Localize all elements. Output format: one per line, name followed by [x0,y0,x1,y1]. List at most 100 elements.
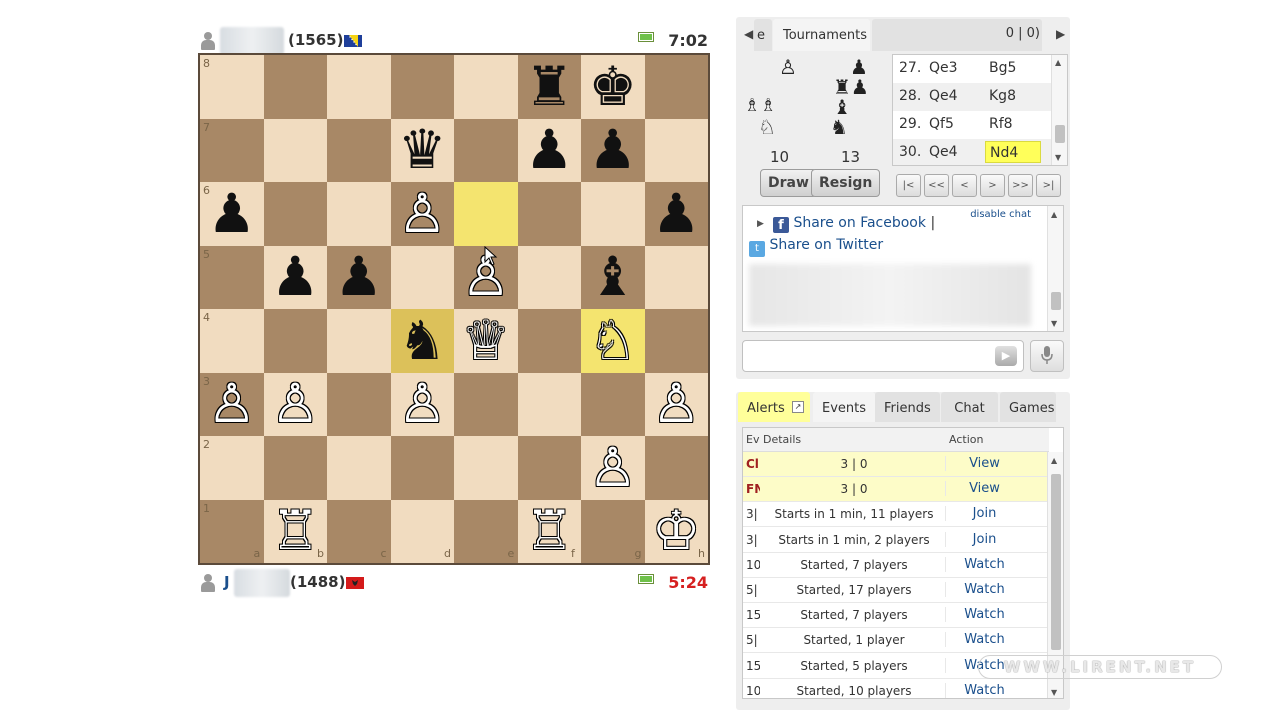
scroll-thumb[interactable] [1051,292,1061,310]
tab-games[interactable]: Games [1000,392,1056,422]
square-b8[interactable] [263,55,327,119]
table-row[interactable]: 5| Started, 1 player Watch [743,628,1049,654]
back-many-button[interactable]: << [924,174,949,197]
table-row[interactable]: 15 Started, 7 players Watch [743,603,1049,629]
square-e2[interactable] [454,436,518,500]
square-c7[interactable] [327,118,391,182]
black-pawn-icon[interactable]: ♟ [200,182,264,246]
table-row[interactable]: 3| Starts in 1 min, 2 players Join [743,528,1049,553]
move-row[interactable]: 28. Qe4 Kg8 [893,83,1053,111]
popout-icon[interactable]: ↗ [792,401,804,413]
white-pawn-icon[interactable]: ♙ [645,373,709,437]
square-g3[interactable] [581,372,645,436]
square-h7[interactable] [644,118,708,182]
scroll-down-icon[interactable]: ▼ [1051,319,1057,328]
black-king-icon[interactable]: ♚ [581,55,645,119]
square-d8[interactable] [390,55,454,119]
square-b6[interactable] [263,182,327,246]
microphone-button[interactable] [1030,340,1064,372]
scroll-up-icon[interactable]: ▲ [1051,210,1057,219]
white-pawn-icon[interactable]: ♙ [264,373,328,437]
square-h4[interactable] [644,309,708,373]
disable-chat-link[interactable]: disable chat [970,209,1031,220]
tab-left-arrow-icon[interactable]: ◀ [744,27,753,41]
white-rook-icon[interactable]: ♖ [264,500,328,564]
tab-chat[interactable]: Chat [941,392,998,422]
square-d5[interactable] [390,245,454,309]
event-action-link[interactable]: Watch [945,582,1023,597]
table-row[interactable]: 5| Started, 17 players Watch [743,578,1049,603]
square-d2[interactable] [390,436,454,500]
square-f4[interactable] [517,309,581,373]
chess-board[interactable]: 8 7 6 5 4 3 2 1 a b c d e f g h ♜ ♚ ♛ ♟ ♟ ♟ ♙ ♟ ♟ ♟ ♙ ♝ ♞ ♕ ♘ ♙ ♙ ♙ ♙ ♙ ♖ ♖ ♔ [198,53,710,565]
draw-button[interactable]: Draw [760,169,817,197]
scroll-thumb[interactable] [1051,474,1061,650]
forward-button[interactable]: > [980,174,1005,197]
col-action[interactable]: Action [949,433,983,446]
scroll-thumb[interactable] [1055,125,1065,143]
black-queen-icon[interactable]: ♛ [391,119,455,183]
scroll-down-icon[interactable]: ▼ [1055,153,1061,162]
white-pawn-icon[interactable]: ♙ [391,373,455,437]
square-c4[interactable] [327,309,391,373]
square-f3[interactable] [517,372,581,436]
black-pawn-icon[interactable]: ♟ [581,119,645,183]
chat-input[interactable]: ▶ [742,340,1024,372]
event-action-link[interactable]: Watch [945,632,1023,648]
resign-button[interactable]: Resign [811,169,881,197]
table-row[interactable]: Cl 3 | 0 View [743,452,1049,477]
square-b4[interactable] [263,309,327,373]
square-f5[interactable] [517,245,581,309]
table-row[interactable]: 10 Started, 10 players Watch [743,679,1049,698]
move-row[interactable]: 30. Qe4 Nd4 [893,139,1053,165]
tab-events[interactable]: Events [813,392,876,422]
square-c3[interactable] [327,372,391,436]
black-bishop-icon[interactable]: ♝ [581,246,645,310]
black-rook-icon[interactable]: ♜ [518,55,582,119]
square-e3[interactable] [454,372,518,436]
scroll-up-icon[interactable]: ▲ [1051,456,1057,465]
first-move-button[interactable]: |< [896,174,921,197]
tab-partial[interactable]: e [754,19,772,51]
square-b7[interactable] [263,118,327,182]
scroll-up-icon[interactable]: ▲ [1055,58,1061,67]
event-action-link[interactable]: Join [945,506,1023,522]
black-pawn-icon[interactable]: ♟ [518,119,582,183]
scroll-down-icon[interactable]: ▼ [1051,688,1057,697]
event-action-link[interactable]: Watch [945,556,1023,572]
square-h2[interactable] [644,436,708,500]
white-pawn-icon[interactable]: ♙ [391,182,455,246]
square-e6[interactable] [454,182,518,246]
square-f2[interactable] [517,436,581,500]
expand-arrow-icon[interactable]: ▶ [757,219,764,229]
square-b2[interactable] [263,436,327,500]
white-king-icon[interactable]: ♔ [645,500,709,564]
black-knight-icon[interactable]: ♞ [391,309,455,373]
white-pawn-icon[interactable]: ♙ [200,373,264,437]
event-action-link[interactable]: View [945,481,1023,497]
table-row[interactable]: 10 Started, 7 players Watch [743,553,1049,578]
square-c2[interactable] [327,436,391,500]
square-c6[interactable] [327,182,391,246]
white-queen-icon[interactable]: ♕ [454,309,518,373]
square-f6[interactable] [517,182,581,246]
col-event[interactable]: Ev [746,433,759,446]
tab-tournaments[interactable]: Tournaments [773,19,870,51]
tab-alerts[interactable]: Alerts ↗ [738,392,810,422]
last-move-button[interactable]: >| [1036,174,1061,197]
event-action-link[interactable]: Watch [945,682,1023,698]
chat-box[interactable]: ▶ f Share on Facebook | t Share on Twitt… [742,205,1064,332]
black-pawn-icon[interactable]: ♟ [327,246,391,310]
send-icon[interactable]: ▶ [995,346,1017,366]
black-pawn-icon[interactable]: ♟ [264,246,328,310]
white-knight-icon[interactable]: ♘ [581,309,645,373]
chat-scrollbar[interactable]: ▲ ▼ [1047,206,1063,331]
move-list[interactable]: 27. Qe3 Bg5 28. Qe4 Kg8 29. Qf5 Rf8 30. … [892,54,1068,166]
move-list-scrollbar[interactable]: ▲ ▼ [1051,55,1067,165]
white-pawn-icon[interactable]: ♙ [581,436,645,500]
square-h8[interactable] [644,55,708,119]
square-h5[interactable] [644,245,708,309]
table-row[interactable]: FN 3 | 0 View [743,477,1049,503]
move-row[interactable]: 29. Qf5 Rf8 [893,111,1053,139]
event-action-link[interactable]: View [945,456,1023,471]
